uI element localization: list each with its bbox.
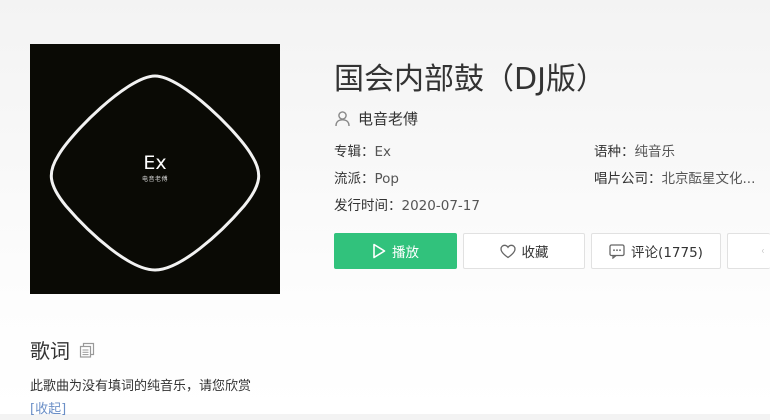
comment-icon [609,243,625,259]
copy-icon[interactable] [79,342,95,358]
record-label-label: 唱片公司： [594,171,662,187]
more-icon [762,249,764,253]
favorite-button[interactable]: 收藏 [463,233,585,269]
language-label: 语种： [594,144,635,160]
user-icon [334,110,351,127]
language-info: 语种：纯音乐 [594,142,675,162]
album-cover[interactable]: Ex 电音老傅 [30,44,280,294]
song-title: 国会内部鼓（DJ版） [334,62,606,97]
lyrics-heading: 歌词 [30,339,70,363]
language-value: 纯音乐 [634,144,676,160]
play-icon [373,243,386,259]
collapse-link[interactable]: [收起] [30,400,66,420]
lyrics-text: 此歌曲为没有填词的纯音乐，请您欣赏 [30,379,252,394]
release-label: 发行时间： [334,198,402,214]
comment-label: 评论(1775) [631,245,703,261]
cover-subtitle: 电音老傅 [141,176,168,183]
comment-button[interactable]: 评论(1775) [591,233,721,269]
heart-icon [499,244,516,258]
album-label: 专辑： [334,144,375,160]
cover-title: Ex [143,152,167,174]
artist-link[interactable]: 电音老傅 [334,106,418,130]
release-info: 发行时间：2020-07-17 [334,196,480,216]
genre-label: 流派： [334,171,375,187]
favorite-label: 收藏 [521,245,549,261]
genre-value: Pop [374,171,400,187]
genre-info: 流派：Pop [334,169,399,189]
album-info: 专辑：Ex [334,142,391,162]
release-value: 2020-07-17 [401,198,480,214]
artist-name: 电音老傅 [358,109,419,128]
more-button[interactable] [727,233,770,269]
record-label-value: 北京酝星文化... [661,171,756,187]
play-label: 播放 [392,245,419,261]
play-button[interactable]: 播放 [334,233,457,269]
record-label-info: 唱片公司：北京酝星文化... [594,169,755,189]
album-value[interactable]: Ex [375,144,392,160]
